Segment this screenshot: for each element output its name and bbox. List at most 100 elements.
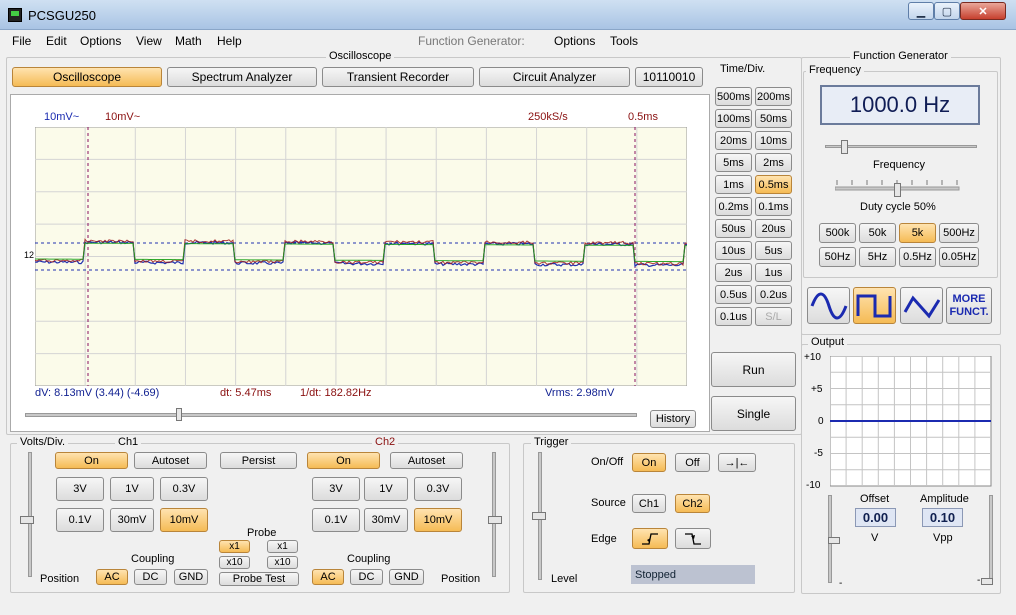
- ch2-1v-button[interactable]: 1V: [364, 477, 408, 501]
- fg-range-button-0.5hz[interactable]: 0.5Hz: [899, 247, 936, 267]
- ch2-dc-button[interactable]: DC: [350, 569, 383, 585]
- menu-file[interactable]: File: [12, 34, 31, 48]
- timediv-button-50ms[interactable]: 50ms: [755, 109, 792, 128]
- timediv-button-0.1us[interactable]: 0.1us: [715, 307, 752, 326]
- sine-wave-button[interactable]: [807, 287, 850, 324]
- timediv-button-5ms[interactable]: 5ms: [715, 153, 752, 172]
- ch1-10mv-button[interactable]: 10mV: [160, 508, 208, 532]
- ch2-position-track[interactable]: [492, 452, 496, 577]
- trigger-fit-button[interactable]: →|←: [718, 453, 756, 472]
- ch2-0.1v-button[interactable]: 0.1V: [312, 508, 360, 532]
- ch2-0.3v-button[interactable]: 0.3V: [414, 477, 462, 501]
- timediv-button-0.5ms[interactable]: 0.5ms: [755, 175, 792, 194]
- time-scroll-track[interactable]: [25, 413, 637, 417]
- trigger-rising-edge-button[interactable]: [632, 528, 668, 549]
- timediv-button-s-l[interactable]: S/L: [755, 307, 792, 326]
- tab-circuit-analyzer[interactable]: Circuit Analyzer: [479, 67, 630, 87]
- ch1-30mv-button[interactable]: 30mV: [110, 508, 154, 532]
- trigger-on-button[interactable]: On: [632, 453, 666, 472]
- fg-range-button-50hz[interactable]: 50Hz: [819, 247, 856, 267]
- ch1-1v-button[interactable]: 1V: [110, 477, 154, 501]
- timediv-button-2ms[interactable]: 2ms: [755, 153, 792, 172]
- trigger-off-button[interactable]: Off: [675, 453, 710, 472]
- tab-oscilloscope[interactable]: Oscilloscope: [12, 67, 162, 87]
- frequency-slider-thumb[interactable]: [841, 140, 848, 154]
- timediv-button-5us[interactable]: 5us: [755, 241, 792, 260]
- fg-range-button-500k[interactable]: 500k: [819, 223, 856, 243]
- menu-math[interactable]: Math: [175, 34, 202, 48]
- fg-range-button-500hz[interactable]: 500Hz: [939, 223, 979, 243]
- fg-range-button-5hz[interactable]: 5Hz: [859, 247, 896, 267]
- timediv-button-10us[interactable]: 10us: [715, 241, 752, 260]
- menu-edit[interactable]: Edit: [46, 34, 67, 48]
- menu-view[interactable]: View: [136, 34, 162, 48]
- persist-button[interactable]: Persist: [220, 452, 297, 469]
- timediv-button-1ms[interactable]: 1ms: [715, 175, 752, 194]
- ch1-position-track[interactable]: [28, 452, 32, 577]
- scope-grid[interactable]: [35, 127, 687, 386]
- tab-spectrum-analyzer[interactable]: Spectrum Analyzer: [167, 67, 317, 87]
- timediv-button-200ms[interactable]: 200ms: [755, 87, 792, 106]
- timediv-button-10ms[interactable]: 10ms: [755, 131, 792, 150]
- duty-cycle-thumb[interactable]: [894, 183, 901, 197]
- minimize-button[interactable]: ▁: [908, 2, 934, 20]
- timediv-button-0.2ms[interactable]: 0.2ms: [715, 197, 752, 216]
- ch1-position-thumb[interactable]: [20, 516, 34, 524]
- ch1-0.3v-button[interactable]: 0.3V: [160, 477, 208, 501]
- fg-range-button-5k[interactable]: 5k: [899, 223, 936, 243]
- fg-menu-tools[interactable]: Tools: [610, 34, 638, 48]
- offset-value[interactable]: 0.00: [855, 508, 896, 527]
- ch1-3v-button[interactable]: 3V: [56, 477, 104, 501]
- trigger-level-thumb[interactable]: [532, 512, 546, 520]
- ch2-ac-button[interactable]: AC: [312, 569, 344, 585]
- timediv-button-20ms[interactable]: 20ms: [715, 131, 752, 150]
- ch2-on-button[interactable]: On: [307, 452, 380, 469]
- timediv-button-2us[interactable]: 2us: [715, 263, 752, 282]
- amplitude-slider-thumb[interactable]: [981, 578, 993, 585]
- timediv-button-20us[interactable]: 20us: [755, 219, 792, 238]
- menu-help[interactable]: Help: [217, 34, 242, 48]
- amplitude-slider-track[interactable]: [989, 495, 993, 583]
- timediv-button-0.2us[interactable]: 0.2us: [755, 285, 792, 304]
- ch2-30mv-button[interactable]: 30mV: [364, 508, 408, 532]
- timediv-button-1us[interactable]: 1us: [755, 263, 792, 282]
- ch1-ac-button[interactable]: AC: [96, 569, 128, 585]
- tab-logic-analyzer[interactable]: 10110010: [635, 67, 703, 87]
- ch2-10mv-button[interactable]: 10mV: [414, 508, 462, 532]
- ch1-probe-x1-button[interactable]: x1: [219, 540, 250, 553]
- triangle-wave-button[interactable]: [900, 287, 943, 324]
- trigger-source-ch1-button[interactable]: Ch1: [632, 494, 666, 513]
- probe-test-button[interactable]: Probe Test: [219, 572, 299, 586]
- ch1-gnd-button[interactable]: GND: [174, 569, 208, 585]
- tab-transient-recorder[interactable]: Transient Recorder: [322, 67, 474, 87]
- ch1-autoset-button[interactable]: Autoset: [134, 452, 207, 469]
- ch1-on-button[interactable]: On: [55, 452, 128, 469]
- trigger-falling-edge-button[interactable]: [675, 528, 711, 549]
- amplitude-value[interactable]: 0.10: [922, 508, 963, 527]
- timediv-button-50us[interactable]: 50us: [715, 219, 752, 238]
- offset-slider-thumb[interactable]: [828, 537, 840, 544]
- fg-range-button-0.05hz[interactable]: 0.05Hz: [939, 247, 979, 267]
- timediv-button-0.1ms[interactable]: 0.1ms: [755, 197, 792, 216]
- time-scroll-thumb[interactable]: [176, 408, 182, 421]
- square-wave-button[interactable]: [853, 287, 896, 324]
- close-button[interactable]: ✕: [960, 2, 1006, 20]
- fg-menu-options[interactable]: Options: [554, 34, 595, 48]
- single-button[interactable]: Single: [711, 396, 796, 431]
- timediv-button-500ms[interactable]: 500ms: [715, 87, 752, 106]
- ch2-gnd-button[interactable]: GND: [389, 569, 424, 585]
- ch2-probe-x1-button[interactable]: x1: [267, 540, 298, 553]
- ch2-position-thumb[interactable]: [488, 516, 502, 524]
- fg-range-button-50k[interactable]: 50k: [859, 223, 896, 243]
- history-button[interactable]: History: [650, 410, 696, 428]
- run-button[interactable]: Run: [711, 352, 796, 387]
- menu-options[interactable]: Options: [80, 34, 121, 48]
- timediv-button-0.5us[interactable]: 0.5us: [715, 285, 752, 304]
- ch1-probe-x10-button[interactable]: x10: [219, 556, 250, 569]
- ch1-dc-button[interactable]: DC: [134, 569, 167, 585]
- ch2-3v-button[interactable]: 3V: [312, 477, 360, 501]
- maximize-button[interactable]: ▢: [934, 2, 960, 20]
- ch1-0.1v-button[interactable]: 0.1V: [56, 508, 104, 532]
- ch2-probe-x10-button[interactable]: x10: [267, 556, 298, 569]
- more-functions-button[interactable]: MORE FUNCT.: [946, 287, 992, 324]
